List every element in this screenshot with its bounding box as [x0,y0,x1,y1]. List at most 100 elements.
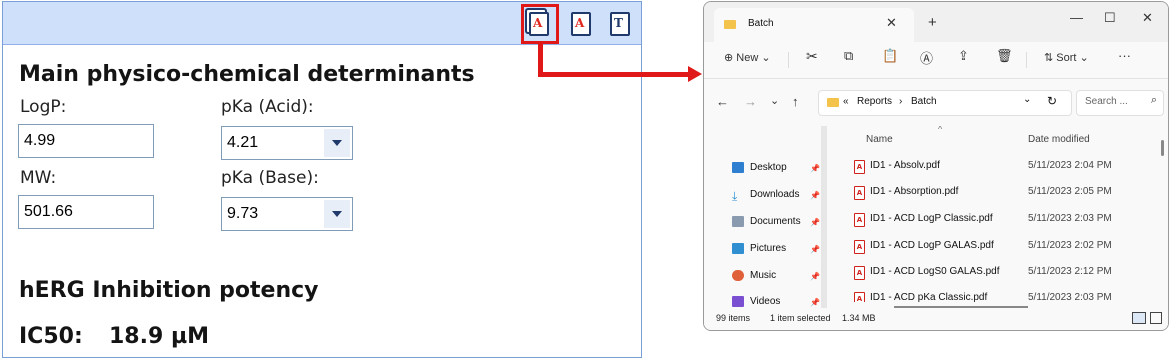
ic50-value: 18.9 µM [109,324,210,349]
navigation-pane: Desktop 📌 ⤓ Downloads 📌 Documents 📌 Pict… [704,122,822,308]
pin-icon[interactable]: 📌 [810,298,820,307]
chevron-down-icon[interactable] [324,200,350,228]
tab-close-icon[interactable]: ✕ [886,15,897,31]
file-name: ID1 - ACD LogP Classic.pdf [870,213,993,224]
nav-item-desktop[interactable]: Desktop [732,162,787,173]
logp-field[interactable]: 4.99 [18,124,154,158]
column-header-name[interactable]: Name [866,134,893,145]
folder-icon [724,20,736,29]
desktop-icon [732,162,744,173]
copy-icon[interactable]: ⧉ [844,48,853,64]
pin-icon[interactable]: 📌 [810,191,820,200]
search-placeholder: Search ... [1085,96,1128,107]
file-name: ID1 - Absorption.pdf [870,186,959,197]
batch-pdf-export-icon[interactable]: A [526,10,552,38]
logp-label: LogP: [20,97,67,117]
breadcrumb-batch[interactable]: Batch [911,96,937,107]
file-date: 5/11/2023 2:03 PM [1028,292,1112,302]
text-glyph: T [614,16,623,30]
minimize-button[interactable]: — [1070,10,1083,25]
sort-label: Sort [1056,52,1077,64]
chevron-down-icon: ⌄ [1079,52,1089,64]
breadcrumb-reports[interactable]: Reports [857,96,892,107]
selection-count: 1 item selected [770,313,831,323]
nav-item-downloads[interactable]: ⤓ Downloads [732,189,800,203]
new-button[interactable]: ⊕ New ⌄ [724,51,771,64]
file-name: ID1 - ACD pKa Classic.pdf [870,292,988,302]
address-bar[interactable]: « Reports › Batch ⌄ ↻ [818,90,1072,116]
file-row[interactable]: A ID1 - ACD pKa Classic.pdf 5/11/2023 2:… [830,288,1154,302]
mw-field[interactable]: 501.66 [18,195,154,229]
file-row[interactable]: A ID1 - ACD LogS0 GALAS.pdf 5/11/2023 2:… [830,262,1154,288]
new-label: New [736,52,759,64]
pdf-export-icon[interactable]: A [568,10,594,38]
download-icon: ⤓ [732,189,738,203]
text-export-icon[interactable]: T [607,10,633,38]
search-input[interactable]: Search ... ⌕ [1076,90,1164,116]
address-chevron-down-icon[interactable]: ⌄ [1023,94,1031,105]
tiles-view-icon[interactable] [1150,312,1162,324]
separator [1026,52,1027,68]
file-date: 5/11/2023 2:02 PM [1028,240,1112,251]
recent-chevron-icon[interactable]: ⌄ [770,94,779,107]
share-icon[interactable]: ⇪ [958,48,969,64]
path-overflow[interactable]: « [843,96,849,107]
close-button[interactable]: ✕ [1142,10,1153,26]
more-options-button[interactable]: ··· [1118,48,1131,63]
nav-item-music[interactable]: Music [732,270,776,281]
file-row[interactable]: A ID1 - ACD LogP GALAS.pdf 5/11/2023 2:0… [830,236,1154,262]
file-name: ID1 - ACD LogS0 GALAS.pdf [870,266,1000,277]
rename-icon[interactable]: Ⓐ [920,48,933,67]
nav-item-videos[interactable]: Videos [732,296,780,307]
nav-item-pictures[interactable]: Pictures [732,243,786,254]
vertical-scrollbar[interactable] [1161,140,1164,156]
refresh-icon[interactable]: ↻ [1047,94,1057,108]
paste-icon[interactable]: 📋 [882,48,898,64]
nav-label: Pictures [750,243,787,254]
nav-item-documents[interactable]: Documents [732,216,801,227]
pka-base-select[interactable]: 9.73 [221,197,353,231]
item-count: 99 items [716,313,751,323]
nav-label: Desktop [750,162,787,173]
file-row[interactable]: A ID1 - Absorption.pdf 5/11/2023 2:05 PM [830,182,1154,208]
file-explorer-window: Batch ✕ + — ☐ ✕ ⊕ New ⌄ ✂ ⧉ 📋 Ⓐ ⇪ 🗑 ⇅ So… [703,1,1169,331]
pin-icon[interactable]: 📌 [810,164,820,173]
pdf-file-icon: A [854,292,865,302]
delete-icon[interactable]: 🗑 [996,48,1013,64]
pin-icon[interactable]: 📌 [810,245,820,254]
pdf-file-icon: A [854,160,865,174]
address-row: ← → ⌄ ↑ « Reports › Batch ⌄ ↻ Search ...… [704,86,1168,120]
pka-acid-select[interactable]: 4.21 [221,126,353,160]
sort-button[interactable]: ⇅ Sort ⌄ [1044,51,1089,64]
details-view-icon[interactable] [1132,312,1146,324]
forward-arrow-icon[interactable]: → [744,94,757,109]
pin-icon[interactable]: 📌 [810,218,820,227]
report-toolbar: A A T [3,2,641,45]
breadcrumb-separator: › [899,96,903,107]
search-icon: ⌕ [1150,94,1157,106]
sort-icon: ⇅ [1044,52,1054,64]
pdf-file-icon: A [854,240,865,254]
pane-divider[interactable] [821,126,827,308]
cut-icon[interactable]: ✂ [806,48,818,65]
section-title-herg: hERG Inhibition potency [19,278,319,303]
tab-batch[interactable]: Batch ✕ [714,8,914,42]
pka-acid-value: 4.21 [227,134,259,151]
nav-label: Downloads [750,189,800,200]
mw-label: MW: [20,168,57,188]
pka-base-label: pKa (Base): [221,168,319,188]
new-tab-button[interactable]: + [928,14,937,31]
pin-icon[interactable]: 📌 [810,272,820,281]
maximize-button[interactable]: ☐ [1104,10,1116,26]
chevron-down-icon[interactable] [324,129,350,157]
file-row[interactable]: A ID1 - ACD LogP Classic.pdf 5/11/2023 2… [830,209,1154,235]
documents-icon [732,216,744,227]
pka-base-value: 9.73 [227,205,259,222]
music-icon [732,270,744,281]
back-arrow-icon[interactable]: ← [716,94,729,109]
up-arrow-icon[interactable]: ↑ [792,94,799,109]
folder-icon [827,98,839,107]
arrow-line-horizontal [538,72,688,77]
file-row[interactable]: A ID1 - Absolv.pdf 5/11/2023 2:04 PM [830,156,1154,182]
column-header-date[interactable]: Date modified [1028,134,1090,145]
